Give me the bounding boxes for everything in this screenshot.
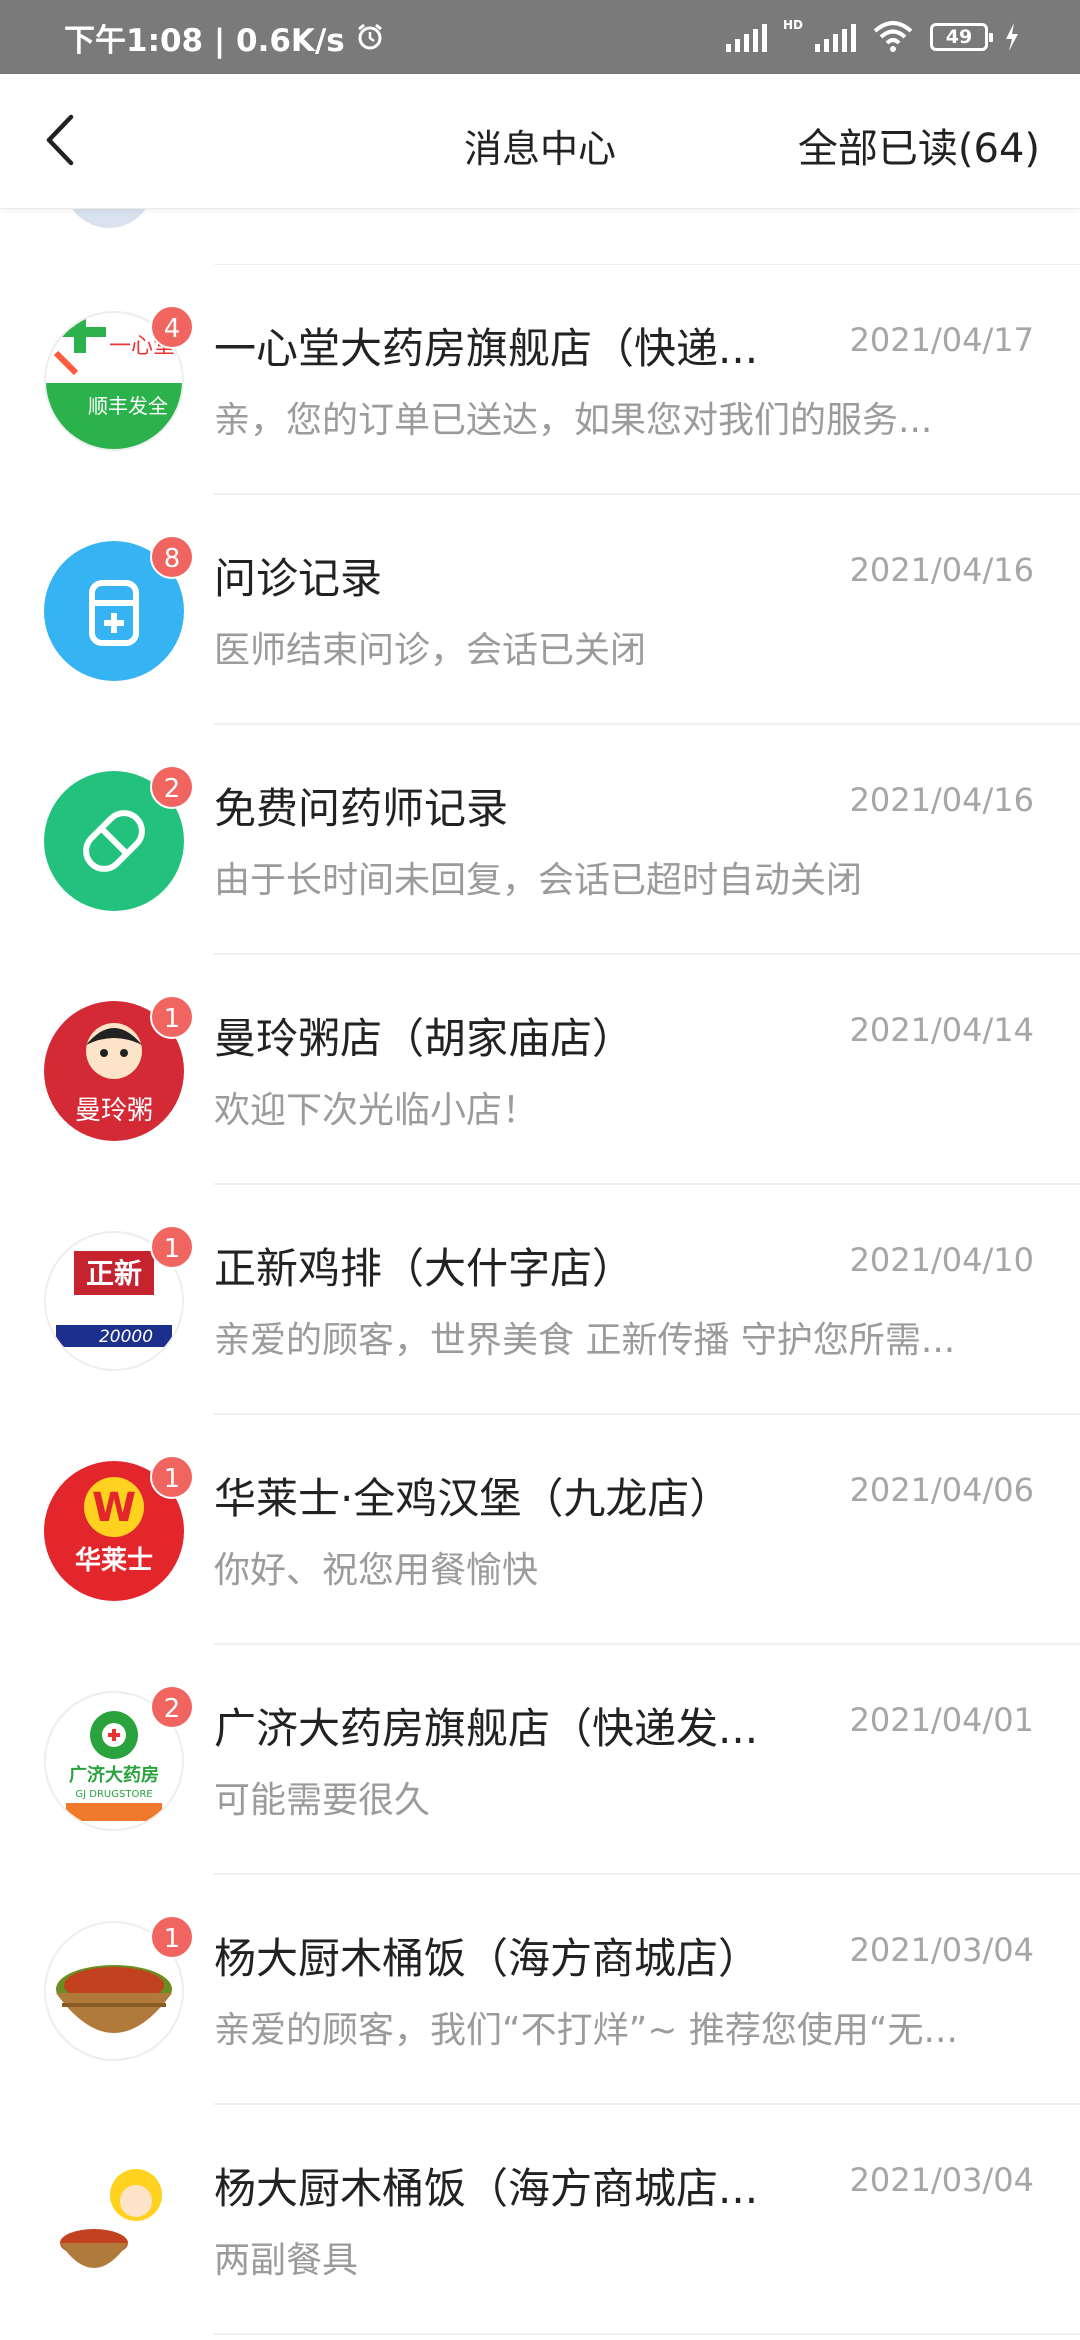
avatar-text2: 20000 — [99, 1327, 153, 1347]
avatar-text: W — [92, 1485, 136, 1531]
conversation-date: 2021/04/16 — [849, 781, 1034, 819]
conversation-title: 免费问药师记录 — [214, 784, 509, 833]
unread-badge: 1 — [150, 1455, 194, 1499]
status-time: 下午1:08 | 0.6K/s — [64, 15, 385, 60]
unread-badge: 2 — [150, 765, 194, 809]
conversation-title: 问诊记录 — [214, 554, 383, 603]
avatar-text2: 顺丰发全 — [88, 394, 168, 418]
message-list: 一心堂 顺丰发全 4 一心堂大药房旗舰店（快递... 2021/04/17 亲，… — [0, 138, 1080, 2335]
hd-label: HD — [782, 18, 803, 32]
status-time-text: 下午1:08 | 0.6K/s — [64, 22, 345, 59]
conversation-preview: 两副餐具 — [214, 2240, 359, 2281]
conversation-preview: 由于长时间未回复，会话已超时自动关闭 — [214, 860, 863, 901]
mark-all-read-button[interactable]: 全部已读(64) — [798, 116, 1040, 174]
conversation-date: 2021/03/04 — [849, 2161, 1034, 2199]
conversation-title: 一心堂大药房旗舰店（快递... — [214, 324, 759, 373]
conversation-preview: 医师结束问诊，会话已关闭 — [214, 630, 647, 671]
list-item[interactable]: 广济大药房 GJ DRUGSTORE 2 广济大药房旗舰店（快递发... 202… — [0, 1645, 1080, 1875]
conversation-preview: 可能需要很久 — [214, 1780, 431, 1821]
wifi-icon — [873, 21, 913, 52]
conversation-date: 2021/04/01 — [849, 1701, 1034, 1739]
conversation-date: 2021/04/16 — [849, 551, 1034, 589]
conversation-title: 华莱士·全鸡汉堡（九龙店） — [214, 1474, 732, 1523]
signal-hd-icon — [815, 22, 856, 52]
list-item[interactable]: 1 杨大厨木桶饭（海方商城店） 2021/03/04 亲爱的顾客，我们“不打烊”… — [0, 1875, 1080, 2105]
avatar-text: 正新 — [86, 1257, 142, 1290]
avatar-text2: GJ DRUGSTORE — [75, 1789, 152, 1800]
list-item[interactable]: 杨大厨木桶饭（海方商城店... 2021/03/04 两副餐具 — [0, 2105, 1080, 2335]
list-item[interactable]: 正新 20000 1 正新鸡排（大什字店） 2021/04/10 亲爱的顾客，世… — [0, 1185, 1080, 1415]
conversation-title: 杨大厨木桶饭（海方商城店... — [214, 2164, 759, 2213]
battery-level: 49 — [945, 26, 973, 48]
conversation-date: 2021/03/04 — [849, 1931, 1034, 1969]
unread-badge: 1 — [150, 1225, 194, 1269]
list-item[interactable]: 8 问诊记录 2021/04/16 医师结束问诊，会话已关闭 — [0, 495, 1080, 725]
avatar-text: 广济大药房 — [69, 1764, 159, 1786]
list-item[interactable]: 2 免费问药师记录 2021/04/16 由于长时间未回复，会话已超时自动关闭 — [0, 725, 1080, 955]
conversation-title: 正新鸡排（大什字店） — [214, 1244, 635, 1293]
conversation-title: 曼玲粥店（胡家庙店） — [214, 1014, 635, 1063]
unread-badge: 2 — [150, 1685, 194, 1729]
nav-bar: 消息中心 全部已读(64) — [0, 74, 1080, 209]
unread-badge: 1 — [150, 1915, 194, 1959]
list-item[interactable]: W 华莱士 1 华莱士·全鸡汉堡（九龙店） 2021/04/06 你好、祝您用餐… — [0, 1415, 1080, 1645]
conversation-title: 广济大药房旗舰店（快递发... — [214, 1704, 759, 1753]
conversation-preview: 亲爱的顾客，我们“不打烊”~ 推荐您使用“无... — [214, 2010, 958, 2051]
avatar — [44, 2151, 184, 2291]
conversation-preview: 你好、祝您用餐愉快 — [214, 1550, 539, 1591]
conversation-title: 杨大厨木桶饭（海方商城店） — [214, 1934, 761, 1983]
chef-food-icon — [60, 2169, 162, 2268]
conversation-preview: 亲，您的订单已送达，如果您对我们的服务... — [214, 400, 933, 441]
unread-badge: 8 — [150, 535, 194, 579]
alarm-icon — [357, 23, 382, 50]
conversation-date: 2021/04/06 — [849, 1471, 1034, 1509]
conversation-preview: 亲爱的顾客，世界美食 正新传播 守护您所需... — [214, 1320, 956, 1361]
list-item[interactable]: 曼玲粥 1 曼玲粥店（胡家庙店） 2021/04/14 欢迎下次光临小店！ — [0, 955, 1080, 1185]
battery-icon: 49 — [930, 23, 993, 51]
divider — [214, 2333, 1080, 2335]
conversation-date: 2021/04/10 — [849, 1241, 1034, 1279]
unread-badge: 1 — [150, 995, 194, 1039]
list-item[interactable]: 一心堂 顺丰发全 4 一心堂大药房旗舰店（快递... 2021/04/17 亲，… — [0, 265, 1080, 495]
avatar-text: 曼玲粥 — [75, 1096, 153, 1126]
partial-list-item — [64, 138, 1080, 265]
avatar-text2: 华莱士 — [75, 1545, 153, 1576]
status-bar: 下午1:08 | 0.6K/s HD 49 — [0, 0, 1080, 74]
conversation-date: 2021/04/14 — [849, 1011, 1034, 1049]
conversation-preview: 欢迎下次光临小店！ — [214, 1090, 539, 1131]
unread-badge: 4 — [150, 305, 194, 349]
charging-icon — [1006, 23, 1018, 51]
conversation-date: 2021/04/17 — [849, 321, 1034, 359]
signal-icon — [725, 22, 767, 52]
